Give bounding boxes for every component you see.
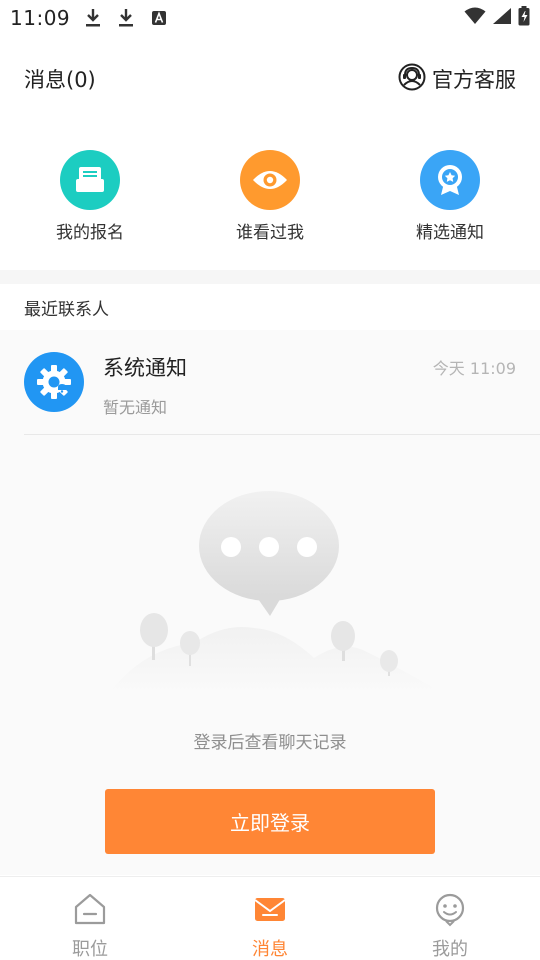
header: 消息(0) 官方客服 (0, 52, 540, 106)
chat-item-body: 系统通知 今天 11:09 暂无通知 (103, 352, 516, 435)
signal-icon (492, 7, 512, 29)
chat-bubble-illustration (104, 488, 434, 703)
login-button[interactable]: 立即登录 (105, 789, 435, 854)
mail-icon (252, 891, 288, 931)
bottom-nav: 职位 消息 我的 (0, 876, 540, 960)
recent-contacts-heading: 最近联系人 (0, 284, 540, 330)
gear-icon (24, 352, 84, 412)
headset-icon (398, 63, 426, 95)
shortcut-who-viewed-me[interactable]: 谁看过我 (180, 140, 360, 252)
eye-icon (240, 150, 300, 210)
empty-state-message: 登录后查看聊天记录 (193, 733, 347, 753)
status-bar: 11:09 (0, 0, 540, 36)
battery-charging-icon (518, 6, 530, 30)
page-title: 消息(0) (24, 68, 96, 92)
divider (24, 434, 540, 435)
nav-tab-profile[interactable]: 我的 (360, 877, 540, 960)
section-separator (0, 270, 540, 284)
chat-name: 系统通知 (103, 356, 187, 380)
nav-tab-messages[interactable]: 消息 (180, 877, 360, 960)
home-icon (72, 891, 108, 931)
smile-icon (432, 891, 468, 931)
download-icon (117, 7, 135, 29)
shortcut-label: 精选通知 (416, 223, 484, 243)
official-service-label: 官方客服 (432, 68, 516, 92)
shortcut-my-signup[interactable]: 我的报名 (0, 140, 180, 252)
chat-item-system-notice[interactable]: 系统通知 今天 11:09 暂无通知 (0, 330, 540, 435)
badge-star-icon (420, 150, 480, 210)
chat-preview: 暂无通知 (103, 398, 168, 417)
signup-icon (60, 150, 120, 210)
nav-label: 我的 (432, 939, 468, 960)
shortcut-label: 我的报名 (56, 223, 124, 243)
nav-label: 职位 (72, 939, 108, 960)
text-a-icon (150, 7, 168, 29)
wifi-icon (464, 7, 486, 29)
shortcut-label: 谁看过我 (236, 223, 304, 243)
official-service-button[interactable]: 官方客服 (398, 63, 516, 95)
shortcut-row: 我的报名 谁看过我 精选通知 (0, 140, 540, 252)
chat-item-header: 系统通知 今天 11:09 (103, 352, 516, 382)
status-time: 11:09 (10, 6, 71, 30)
chat-time: 今天 11:09 (432, 359, 516, 378)
nav-tab-jobs[interactable]: 职位 (0, 877, 180, 960)
shortcut-selected-notices[interactable]: 精选通知 (360, 140, 540, 252)
system-indicators (464, 6, 530, 30)
nav-label: 消息 (252, 939, 288, 960)
download-icon (84, 7, 102, 29)
